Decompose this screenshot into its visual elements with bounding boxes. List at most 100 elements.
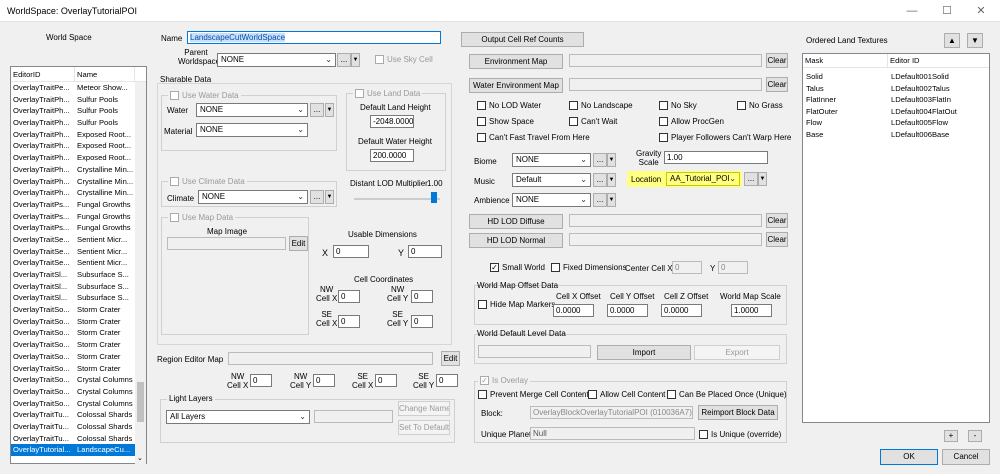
region-nw-cellx-input[interactable]: 0 (250, 374, 272, 387)
default-water-height-input[interactable]: 200.0000 (370, 149, 414, 162)
environment-map-clear-button[interactable]: Clear (766, 53, 788, 68)
list-item[interactable]: OverlayTraitPh... Exposed Root... (11, 129, 146, 141)
texture-row[interactable]: Solid LDefault001Solid (803, 71, 989, 83)
usable-x-input[interactable]: 0 (333, 245, 369, 258)
use-sky-cell-checkbox[interactable]: Use Sky Cell (375, 55, 433, 64)
col-name[interactable]: Name (75, 67, 135, 81)
map-image-input[interactable] (167, 237, 286, 250)
add-texture-button[interactable]: + (944, 430, 958, 442)
hd-lod-normal-clear-button[interactable]: Clear (766, 232, 788, 247)
hd-lod-diffuse-input[interactable] (569, 214, 762, 227)
texture-row[interactable]: FlatInner LDefault003FlatIn (803, 94, 989, 106)
texture-row[interactable]: Talus LDefault002Talus (803, 83, 989, 95)
list-item[interactable]: OverlayTraitSl... Subsurface S... (11, 292, 146, 304)
list-item[interactable]: OverlayTraitTu... Colossal Shards (11, 433, 146, 445)
map-image-edit-button[interactable]: Edit (289, 236, 308, 251)
list-item[interactable]: OverlayTraitSo... Storm Crater (11, 304, 146, 316)
use-climate-data-checkbox[interactable]: Use Climate Data (168, 177, 247, 186)
list-item[interactable]: OverlayTraitPs... Fungal Growths (11, 222, 146, 234)
cant-wait-checkbox[interactable]: Can't Wait (569, 117, 617, 126)
col-editor-id[interactable]: Editor ID (888, 54, 988, 67)
texture-row[interactable]: Flow LDefault005Flow (803, 117, 989, 129)
cell-y-offset-input[interactable]: 0.0000 (607, 304, 648, 317)
usable-y-input[interactable]: 0 (408, 245, 442, 258)
no-lod-water-checkbox[interactable]: No LOD Water (477, 101, 541, 110)
region-se-celly-input[interactable]: 0 (436, 374, 458, 387)
remove-texture-button[interactable]: - (968, 430, 982, 442)
list-item[interactable]: OverlayTraitPh... Sulfur Pools (11, 105, 146, 117)
region-edit-button[interactable]: Edit (441, 351, 460, 366)
lod-slider-track[interactable] (354, 198, 440, 200)
region-nw-celly-input[interactable]: 0 (313, 374, 335, 387)
list-item[interactable]: OverlayTraitTu... Colossal Shards (11, 421, 146, 433)
light-layer-name-input[interactable] (314, 410, 393, 423)
water-environment-map-button[interactable]: Water Environment Map (469, 78, 563, 93)
region-editor-map-input[interactable] (228, 352, 433, 365)
output-cell-ref-counts-button[interactable]: Output Cell Ref Counts (461, 32, 584, 47)
ambience-dropdown-button[interactable]: ▼ (607, 193, 616, 207)
list-scrollbar[interactable]: ⌄ (135, 82, 146, 464)
list-item[interactable]: OverlayTraitPh... Crystalline Min... (11, 164, 146, 176)
music-select[interactable]: Default ⌄ (512, 173, 591, 187)
cant-fast-travel-checkbox[interactable]: Can't Fast Travel From Here (477, 133, 590, 142)
location-dropdown-button[interactable]: ▼ (758, 172, 767, 186)
cancel-button[interactable]: Cancel (942, 449, 990, 465)
water-select[interactable]: NONE ⌄ (196, 103, 308, 117)
prevent-merge-checkbox[interactable]: Prevent Merge Cell Content (478, 390, 589, 399)
list-item[interactable]: OverlayTraitSo... Storm Crater (11, 351, 146, 363)
texture-row[interactable]: Base LDefault006Base (803, 129, 989, 141)
location-browse-button[interactable]: ... (744, 172, 758, 186)
list-item[interactable]: OverlayTraitPh... Exposed Root... (11, 140, 146, 152)
small-world-checkbox[interactable]: Small World (490, 263, 545, 272)
center-cell-x-input[interactable]: 0 (672, 261, 702, 274)
material-select[interactable]: NONE ⌄ (196, 123, 308, 137)
list-item[interactable]: OverlayTraitPh... Sulfur Pools (11, 117, 146, 129)
water-environment-map-input[interactable] (569, 78, 762, 91)
lod-slider-thumb[interactable] (431, 192, 437, 203)
no-grass-checkbox[interactable]: No Grass (737, 101, 783, 110)
allow-procgen-checkbox[interactable]: Allow ProcGen (659, 117, 724, 126)
change-name-button[interactable]: Change Name (398, 401, 450, 416)
no-sky-checkbox[interactable]: No Sky (659, 101, 697, 110)
list-item[interactable]: OverlayTraitSo... Storm Crater (11, 327, 146, 339)
location-select[interactable]: AA_Tutorial_POI ⌄ (666, 172, 740, 186)
land-textures-list[interactable]: Mask Editor ID Solid LDefault001Solid Talu… (802, 53, 990, 423)
parent-worldspace-select[interactable]: NONE ⌄ (217, 53, 336, 67)
use-map-data-checkbox[interactable]: Use Map Data (168, 213, 236, 222)
list-item[interactable]: OverlayTraitSo... Crystal Columns (11, 374, 146, 386)
col-editorid[interactable]: EditorID (11, 67, 75, 81)
show-space-checkbox[interactable]: Show Space (477, 117, 534, 126)
close-icon[interactable]: ✕ (966, 3, 996, 19)
list-item[interactable]: OverlayTraitSe... Sentient Micr... (11, 246, 146, 258)
list-item[interactable]: OverlayTraitSl... Subsurface S... (11, 281, 146, 293)
maximize-icon[interactable]: ☐ (932, 3, 962, 19)
placed-once-checkbox[interactable]: Can Be Placed Once (Unique) (667, 390, 787, 399)
set-to-default-button[interactable]: Set To Default (398, 420, 450, 435)
environment-map-input[interactable] (569, 54, 762, 67)
list-item[interactable]: OverlayTraitPs... Fungal Growths (11, 211, 146, 223)
list-item[interactable]: OverlayTraitPh... Exposed Root... (11, 152, 146, 164)
biome-select[interactable]: NONE ⌄ (512, 153, 591, 167)
move-down-button[interactable]: ▼ (967, 33, 983, 48)
list-item[interactable]: OverlayTraitSo... Storm Crater (11, 316, 146, 328)
biome-dropdown-button[interactable]: ▼ (607, 153, 616, 167)
minimize-icon[interactable]: — (897, 3, 927, 19)
list-item[interactable]: OverlayTraitPh... Crystalline Min... (11, 187, 146, 199)
list-item[interactable]: OverlayTraitSe... Sentient Micr... (11, 257, 146, 269)
list-item[interactable]: OverlayTutorial... LandscapeCu... (11, 444, 146, 456)
ambience-browse-button[interactable]: ... (593, 193, 607, 207)
list-item[interactable]: OverlayTraitSo... Storm Crater (11, 339, 146, 351)
default-land-height-input[interactable]: -2048.0000 (370, 115, 414, 128)
map-se-cellx-input[interactable]: 0 (338, 315, 360, 328)
list-item[interactable]: OverlayTraitPe... Meteor Show... (11, 82, 146, 94)
unique-planet-input[interactable]: Null (530, 427, 695, 440)
hd-lod-normal-button[interactable]: HD LOD Normal (469, 233, 563, 248)
music-browse-button[interactable]: ... (593, 173, 607, 187)
list-item[interactable]: OverlayTraitSe... Sentient Micr... (11, 234, 146, 246)
player-followers-cant-warp-checkbox[interactable]: Player Followers Can't Warp Here (659, 133, 791, 142)
region-se-cellx-input[interactable]: 0 (375, 374, 397, 387)
climate-dropdown-button[interactable]: ▼ (325, 190, 334, 204)
hd-lod-diffuse-clear-button[interactable]: Clear (766, 213, 788, 228)
light-layers-select[interactable]: All Layers ⌄ (166, 410, 310, 424)
ambience-select[interactable]: NONE ⌄ (512, 193, 591, 207)
